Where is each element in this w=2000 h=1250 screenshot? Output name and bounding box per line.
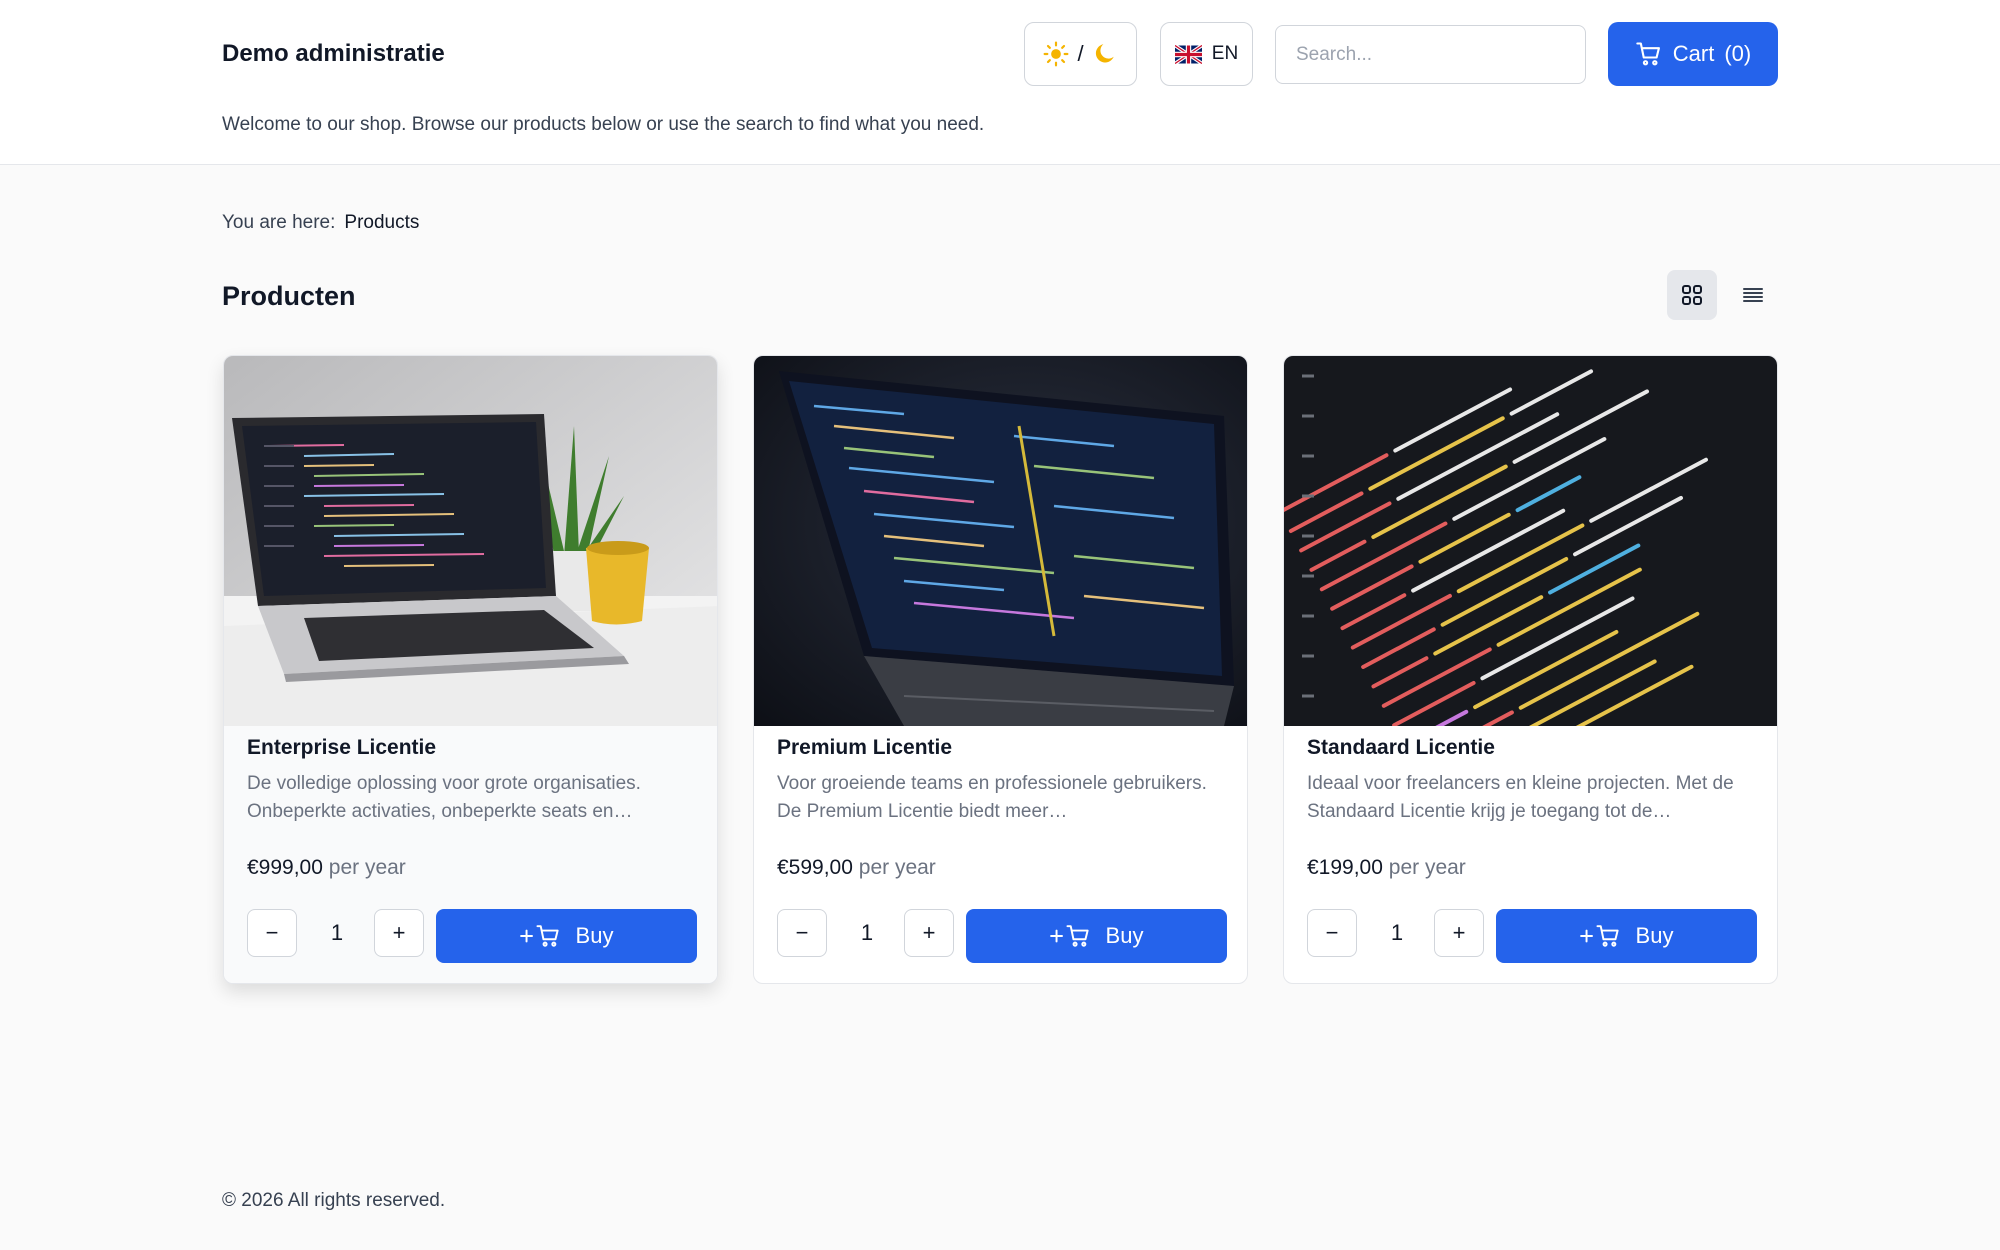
buy-label: Buy — [1105, 923, 1144, 948]
quantity-decrease-button[interactable]: − — [1307, 909, 1357, 957]
price-period: per year — [858, 856, 936, 879]
quantity-decrease-button[interactable]: − — [247, 909, 297, 957]
product-image[interactable] — [754, 356, 1247, 726]
list-view-button[interactable] — [1728, 270, 1778, 320]
quantity-value[interactable]: 1 — [307, 909, 367, 957]
list-view-icon — [1743, 288, 1763, 302]
sun-icon — [1043, 41, 1069, 67]
header: Demo administratie / EN Search... Cart (… — [0, 0, 2000, 165]
cart-label: Cart — [1672, 41, 1715, 66]
search-input[interactable] — [1275, 25, 1586, 84]
product-image[interactable] — [224, 356, 717, 726]
product-description: Voor groeiende teams en professionele ge… — [777, 773, 1207, 822]
quantity-value[interactable]: 1 — [837, 909, 897, 957]
moon-icon — [1095, 44, 1114, 63]
price-amount: €999,00 — [247, 856, 323, 879]
cart-count: (0) — [1724, 41, 1752, 66]
price-amount: €199,00 — [1307, 856, 1383, 879]
product-description: De volledige oplossing voor grote organi… — [247, 773, 641, 822]
product-price: €199,00 per year — [1307, 854, 1466, 882]
add-to-cart-icon — [1579, 925, 1619, 947]
buy-label: Buy — [575, 923, 614, 948]
price-period: per year — [1388, 856, 1466, 879]
product-price: €599,00 per year — [777, 854, 936, 882]
breadcrumb-label: You are here: — [222, 212, 336, 233]
grid-view-icon — [1682, 285, 1702, 305]
quantity-decrease-button[interactable]: − — [777, 909, 827, 957]
theme-toggle-button[interactable]: / — [1024, 22, 1137, 86]
page-title: Producten — [222, 281, 356, 311]
cart-icon — [1636, 42, 1660, 66]
buy-button[interactable]: Buy — [436, 909, 697, 963]
breadcrumb-current[interactable]: Products — [344, 210, 419, 236]
theme-separator: / — [1077, 41, 1084, 66]
price-period: per year — [328, 856, 406, 879]
quantity-increase-button[interactable]: + — [1434, 909, 1484, 957]
quantity-increase-button[interactable]: + — [374, 909, 424, 957]
buy-label: Buy — [1635, 923, 1674, 948]
product-name[interactable]: Standaard Licentie — [1307, 734, 1495, 762]
product-card[interactable]: Premium Licentie Voor groeiende teams en… — [753, 355, 1248, 984]
product-card[interactable]: Enterprise Licentie De volledige oplossi… — [223, 355, 718, 984]
buy-button[interactable]: Buy — [966, 909, 1227, 963]
language-label: EN — [1211, 43, 1239, 64]
uk-flag-icon — [1174, 44, 1202, 64]
quantity-increase-button[interactable]: + — [904, 909, 954, 957]
footer-copyright: © 2026 All rights reserved. — [222, 1190, 446, 1211]
grid-view-button[interactable] — [1667, 270, 1717, 320]
cart-button[interactable]: Cart (0) — [1608, 22, 1778, 86]
breadcrumb: You are here: Products — [222, 210, 419, 236]
price-amount: €599,00 — [777, 856, 853, 879]
welcome-text: Welcome to our shop. Browse our products… — [222, 114, 985, 135]
add-to-cart-icon — [1049, 925, 1089, 947]
brand-title[interactable]: Demo administratie — [222, 38, 445, 70]
product-name[interactable]: Enterprise Licentie — [247, 734, 436, 762]
product-card[interactable]: Standaard Licentie Ideaal voor freelance… — [1283, 355, 1778, 984]
quantity-value[interactable]: 1 — [1367, 909, 1427, 957]
product-description: Ideaal voor freelancers en kleine projec… — [1307, 773, 1734, 822]
buy-button[interactable]: Buy — [1496, 909, 1757, 963]
product-image[interactable] — [1284, 356, 1777, 726]
add-to-cart-icon — [519, 925, 559, 947]
product-price: €999,00 per year — [247, 854, 406, 882]
product-name[interactable]: Premium Licentie — [777, 734, 952, 762]
language-toggle-button[interactable]: EN — [1160, 22, 1253, 86]
